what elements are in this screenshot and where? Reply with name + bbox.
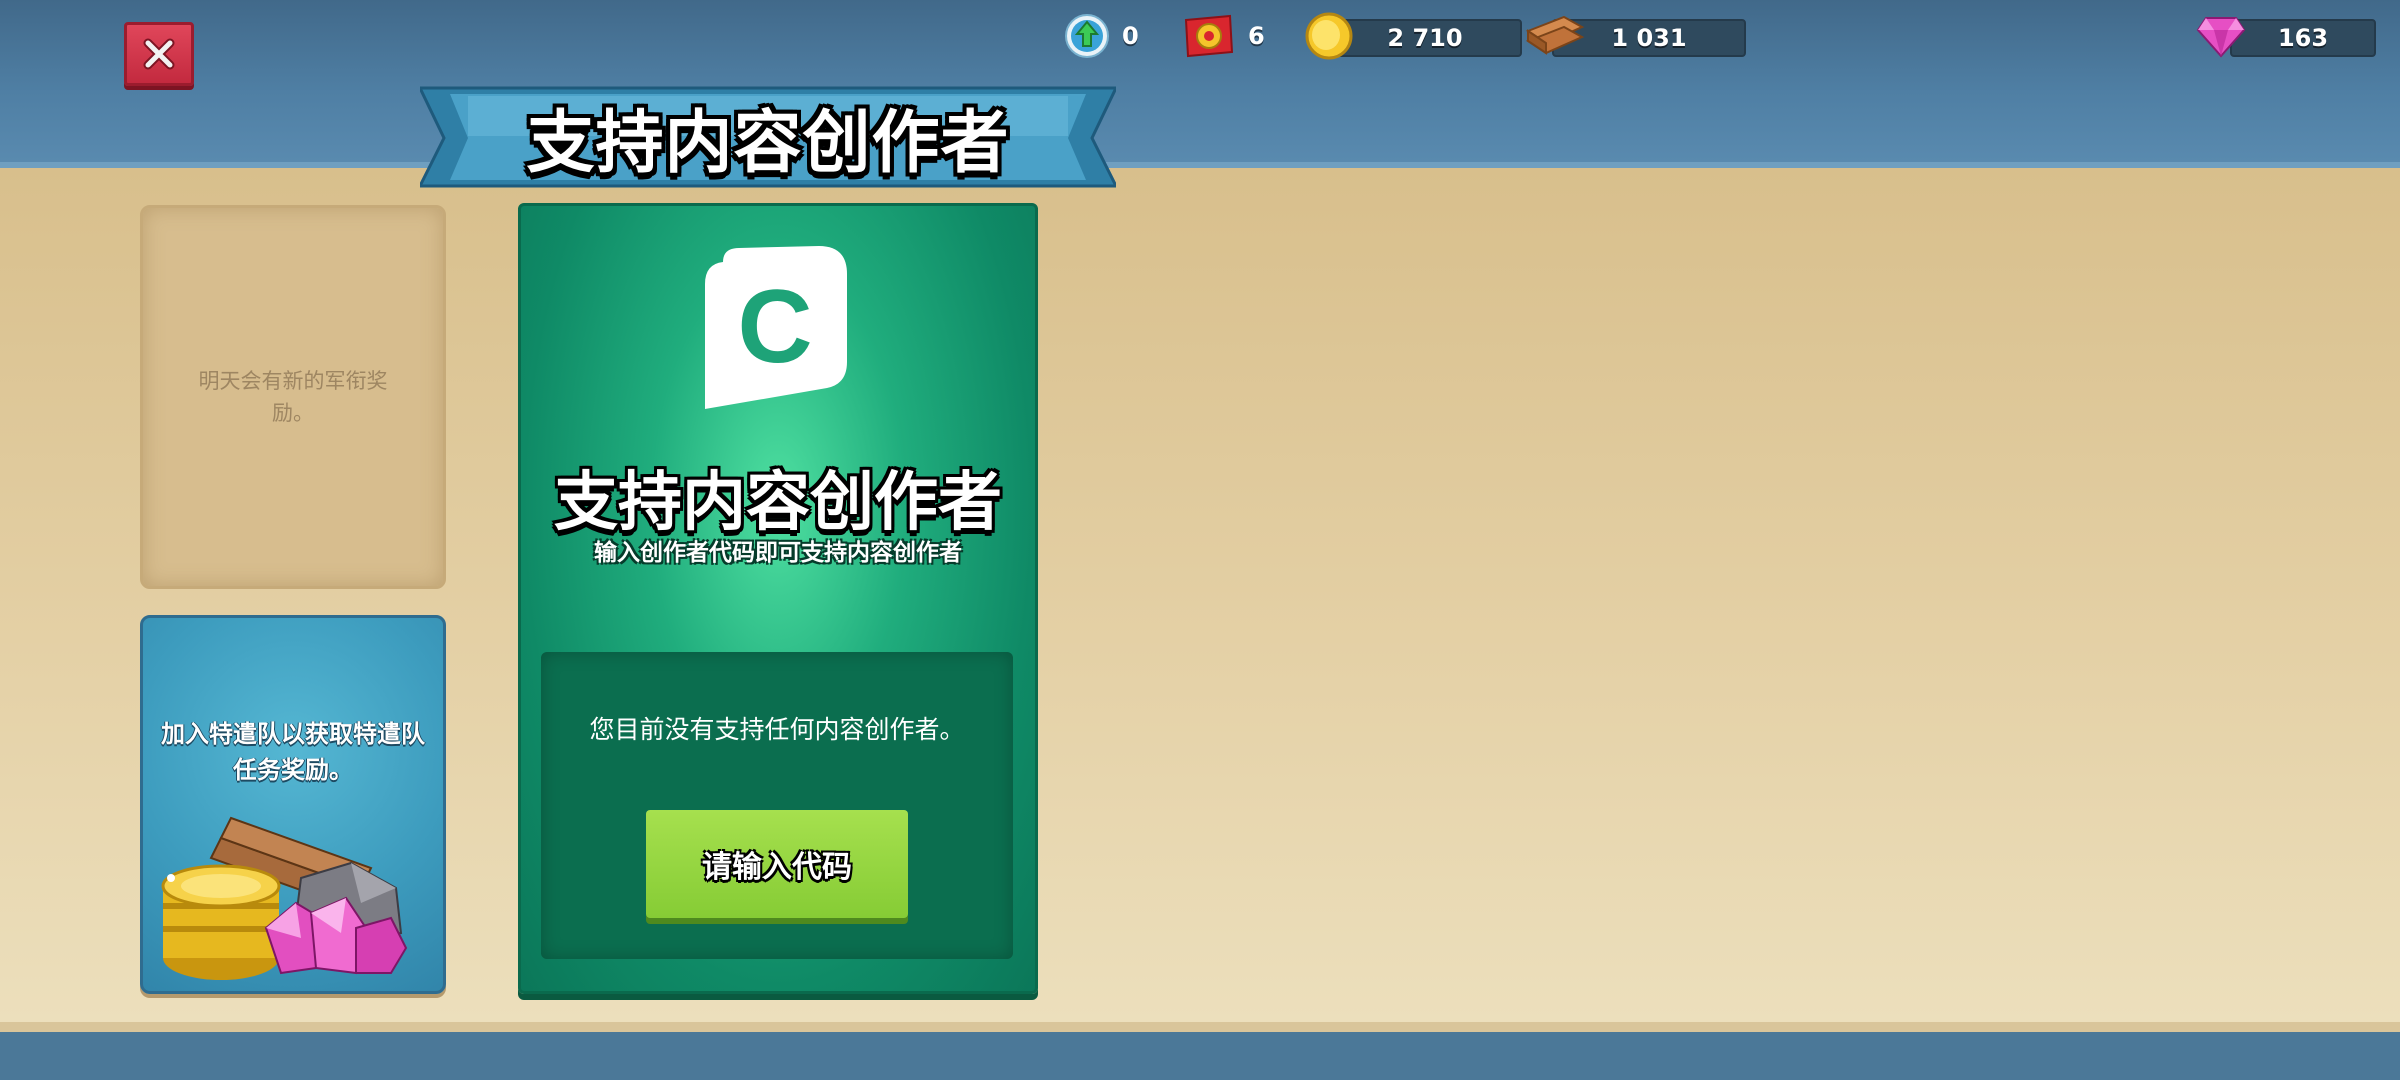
creator-card-subtitle: 输入创作者代码即可支持内容创作者 <box>594 540 962 566</box>
resource-tokens[interactable]: 6 <box>1182 14 1265 58</box>
token-count: 6 <box>1248 22 1265 50</box>
creator-card-title: 支持内容创作者 <box>554 466 1002 540</box>
gold-amount: 2 710 <box>1328 19 1522 57</box>
creator-support-card: C 支持内容创作者 输入创作者代码即可支持内容创作者 您目前没有支持任何内容创作… <box>518 203 1038 994</box>
close-button[interactable] <box>124 22 194 86</box>
creator-logo-letter: C <box>737 269 812 385</box>
page-title: 支持内容创作者 <box>526 103 1010 183</box>
upgrade-arrow-icon <box>1065 14 1109 58</box>
enter-code-button[interactable]: 请输入代码 <box>646 810 908 918</box>
resource-upgrade[interactable]: 0 <box>1064 14 1139 58</box>
gold-coin-icon <box>1305 12 1353 60</box>
squad-card[interactable]: 加入特遣队以获取特遣队任务奖励。 <box>140 615 446 994</box>
upgrade-count: 0 <box>1122 22 1139 50</box>
creator-status-panel: 您目前没有支持任何内容创作者。 请输入代码 <box>541 652 1013 959</box>
daily-reward-message: 明天会有新的军衔奖励。 <box>198 369 388 425</box>
daily-reward-card: 明天会有新的军衔奖励。 <box>140 205 446 589</box>
loot-pile-icon <box>161 816 408 980</box>
title-banner: 支持内容创作者 <box>420 86 1116 190</box>
squad-message: 加入特遣队以获取特遣队任务奖励。 <box>161 720 425 784</box>
resource-wood[interactable]: 1 031 <box>1524 14 1746 58</box>
wood-planks-icon <box>1525 15 1585 55</box>
creator-status-message: 您目前没有支持任何内容创作者。 <box>589 715 965 744</box>
resource-gems[interactable]: 163 <box>2196 14 2378 58</box>
gem-icon <box>2196 17 2246 58</box>
close-icon <box>143 38 175 70</box>
creator-c-logo-icon: C <box>705 246 847 409</box>
token-ticket-icon <box>1184 14 1234 58</box>
gem-amount: 163 <box>2230 19 2376 57</box>
bottom-bar <box>0 1022 2400 1080</box>
resource-gold[interactable]: 2 710 <box>1304 12 1522 60</box>
